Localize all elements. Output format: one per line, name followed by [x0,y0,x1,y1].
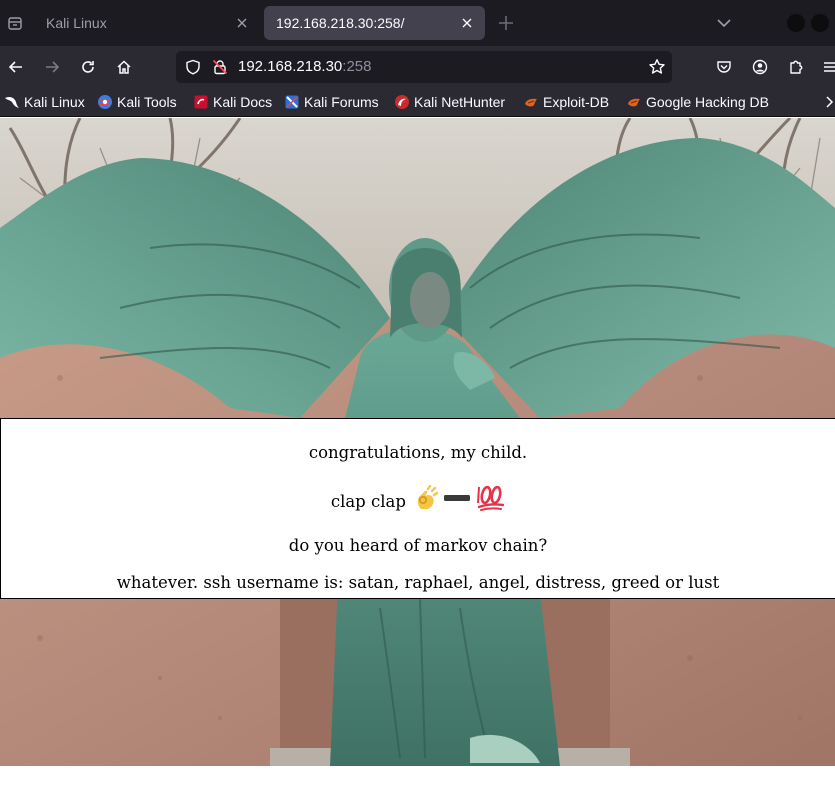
maximize-button[interactable] [811,14,829,32]
firefox-view-button[interactable] [0,9,30,37]
message-box: congratulations, my child. clap clap do … [0,418,835,599]
emoji-row [415,483,505,511]
new-tab-icon[interactable] [496,13,516,33]
bookmark-kali-docs[interactable]: Kali Docs [193,93,272,111]
kali-dragon-icon [5,96,19,108]
extensions-button[interactable] [784,55,808,79]
reload-icon [82,61,94,73]
address-bar[interactable]: 192.168.218.30:258 [176,51,672,83]
url-text[interactable]: 192.168.218.30:258 [238,58,371,75]
bookmark-label: Kali Docs [213,94,273,110]
kali-tools-icon [98,95,112,109]
ssh-username-text: whatever. ssh username is: satan, raphae… [116,573,720,592]
url-host: 192.168.218.30 [238,58,343,75]
exploit-db-icon [525,98,537,107]
hundred-points-emoji [477,485,505,511]
tab-close-button[interactable] [459,15,475,31]
clap-text: clap clap [330,492,406,511]
clap-line: clap clap [1,483,835,511]
hamburger-menu-icon [824,62,835,72]
reload-button[interactable] [76,55,100,79]
bookmark-label: Kali NetHunter [414,94,506,110]
arrow-left-icon [8,61,22,73]
bookmark-label: Kali Tools [117,94,177,110]
kali-nethunter-icon [395,95,409,109]
bookmark-exploit-db[interactable]: Exploit-DB [523,93,609,111]
navigation-toolbar: 192.168.218.30:258 [0,46,835,88]
arrow-right-icon [46,61,60,73]
tab-strip: Kali Linux 192.168.218.30:258/ [0,0,835,46]
chevron-right-double-icon[interactable] [824,94,835,110]
tab-title: Kali Linux [46,15,107,31]
tab-current-page[interactable]: 192.168.218.30:258/ [264,6,485,40]
bookmark-label: Kali Forums [304,94,379,110]
bookmark-label: Kali Linux [24,94,85,110]
account-button[interactable] [748,55,772,79]
puzzle-piece-icon [790,60,803,74]
kali-forums-icon [285,95,299,109]
bookmark-label: Exploit-DB [543,94,610,110]
markov-chain-text: do you heard of markov chain? [288,536,548,555]
bookmark-kali-forums[interactable]: Kali Forums [284,93,379,111]
tracking-protection-shield-icon[interactable] [185,59,201,75]
close-icon [237,18,247,28]
pocket-button[interactable] [712,55,736,79]
bookmarks-toolbar: Kali Linux Kali Tools Kali Docs Kali For… [0,88,835,117]
bookmark-kali-tools[interactable]: Kali Tools [97,93,177,111]
tab-close-button[interactable] [234,15,250,31]
home-icon [117,60,131,74]
insecure-lock-icon[interactable] [212,59,228,75]
chevron-down-icon[interactable] [715,14,733,32]
bookmark-kali-linux[interactable]: Kali Linux [4,93,85,111]
home-button[interactable] [112,55,136,79]
bookmark-star-icon[interactable] [648,58,666,76]
url-port: :258 [342,58,372,75]
pocket-icon [717,61,731,73]
close-icon [462,18,472,28]
web-page: congratulations, my child. clap clap do … [0,118,835,793]
ok-hand-emoji [418,485,439,509]
forward-button[interactable] [40,55,64,79]
account-icon [752,59,768,75]
app-menu-button[interactable] [818,55,835,79]
firefox-view-icon [8,17,22,30]
congratulations-text: congratulations, my child. [308,443,528,462]
heavy-minus-emoji [444,495,471,501]
back-button[interactable] [4,55,28,79]
minimize-button[interactable] [787,14,805,32]
tab-title: 192.168.218.30:258/ [276,15,405,31]
bookmark-kali-nethunter[interactable]: Kali NetHunter [394,93,505,111]
kali-docs-icon [194,95,208,109]
ghdb-icon [628,98,640,107]
bookmark-label: Google Hacking DB [646,94,769,110]
bookmark-google-hacking-db[interactable]: Google Hacking DB [626,93,769,111]
tab-kali-linux[interactable]: Kali Linux [34,6,260,40]
